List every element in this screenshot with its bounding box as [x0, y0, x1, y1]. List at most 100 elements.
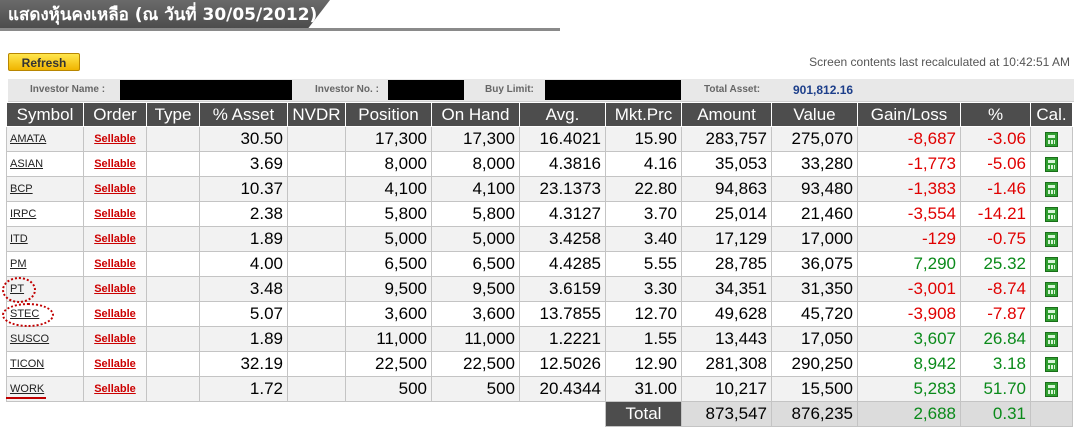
total-asset-label: Total Asset: — [704, 84, 761, 95]
col-nvdr[interactable]: NVDR — [287, 102, 346, 127]
total-percent: 0.31 — [960, 401, 1031, 427]
percent-cell: -14.21 — [960, 201, 1031, 227]
percent-cell: 25.32 — [960, 251, 1031, 277]
gainloss-cell: -1,383 — [857, 176, 961, 202]
col-cal[interactable]: Cal. — [1030, 102, 1073, 127]
calculator-icon[interactable] — [1045, 257, 1058, 273]
order-link[interactable]: Sellable — [83, 301, 147, 327]
col-avg[interactable]: Avg. — [519, 102, 606, 127]
calculator-cell[interactable] — [1030, 276, 1073, 302]
calculator-icon[interactable] — [1045, 157, 1058, 173]
calculator-cell[interactable] — [1030, 351, 1073, 377]
mktprc-cell: 12.90 — [605, 351, 682, 377]
order-link[interactable]: Sellable — [83, 176, 147, 202]
col-value[interactable]: Value — [771, 102, 858, 127]
symbol-link[interactable]: PM — [6, 251, 84, 277]
value-cell: 45,720 — [771, 301, 858, 327]
amount-cell: 283,757 — [681, 126, 772, 152]
position-cell: 3,600 — [345, 301, 432, 327]
value-cell: 21,460 — [771, 201, 858, 227]
symbol-link[interactable]: BCP — [6, 176, 84, 202]
nvdr-cell — [287, 276, 346, 302]
symbol-link[interactable]: IRPC — [6, 201, 84, 227]
avg-cell: 4.3816 — [519, 151, 606, 177]
order-link[interactable]: Sellable — [83, 276, 147, 302]
table-row: PM Sellable 4.00 6,500 6,500 4.4285 5.55 28,785… — [6, 251, 1073, 277]
calculator-icon[interactable] — [1045, 232, 1058, 248]
avg-cell: 4.4285 — [519, 251, 606, 277]
order-link[interactable]: Sellable — [83, 376, 147, 402]
total-amount: 873,547 — [681, 401, 772, 427]
calculator-icon[interactable] — [1045, 332, 1058, 348]
mktprc-cell: 15.90 — [605, 126, 682, 152]
gainloss-cell: 8,942 — [857, 351, 961, 377]
order-link[interactable]: Sellable — [83, 151, 147, 177]
type-cell — [146, 201, 200, 227]
col-amount[interactable]: Amount — [681, 102, 772, 127]
percent-cell: -3.06 — [960, 126, 1031, 152]
col-order[interactable]: Order — [83, 102, 147, 127]
order-link[interactable]: Sellable — [83, 251, 147, 277]
order-link[interactable]: Sellable — [83, 226, 147, 252]
value-cell: 15,500 — [771, 376, 858, 402]
calculator-cell[interactable] — [1030, 326, 1073, 352]
col-symbol[interactable]: Symbol — [6, 102, 84, 127]
amount-cell: 17,129 — [681, 226, 772, 252]
calculator-cell[interactable] — [1030, 251, 1073, 277]
calculator-cell[interactable] — [1030, 301, 1073, 327]
onhand-cell: 17,300 — [431, 126, 520, 152]
avg-cell: 16.4021 — [519, 126, 606, 152]
order-link[interactable]: Sellable — [83, 326, 147, 352]
gainloss-cell: 5,283 — [857, 376, 961, 402]
calculator-icon[interactable] — [1045, 182, 1058, 198]
calculator-icon[interactable] — [1045, 357, 1058, 373]
table-row: SUSCO Sellable 1.89 11,000 11,000 1.2221 1.55 1… — [6, 326, 1073, 352]
value-cell: 17,000 — [771, 226, 858, 252]
type-cell — [146, 176, 200, 202]
calculator-icon[interactable] — [1045, 382, 1058, 398]
amount-cell: 34,351 — [681, 276, 772, 302]
col-percent[interactable]: % — [960, 102, 1031, 127]
nvdr-cell — [287, 351, 346, 377]
symbol-link[interactable]: ITD — [6, 226, 84, 252]
col-position[interactable]: Position — [345, 102, 432, 127]
mktprc-cell: 22.80 — [605, 176, 682, 202]
col-type[interactable]: Type — [146, 102, 200, 127]
table-row: WORK Sellable 1.72 500 500 20.4344 31.00 10,217… — [6, 376, 1073, 402]
calculator-icon[interactable] — [1045, 307, 1058, 323]
position-cell: 5,000 — [345, 226, 432, 252]
calculator-cell[interactable] — [1030, 226, 1073, 252]
col-gainloss[interactable]: Gain/Loss — [857, 102, 961, 127]
col-mktprc[interactable]: Mkt.Prc — [605, 102, 682, 127]
type-cell — [146, 376, 200, 402]
order-link[interactable]: Sellable — [83, 351, 147, 377]
gainloss-cell: 3,607 — [857, 326, 961, 352]
order-link[interactable]: Sellable — [83, 126, 147, 152]
col-onhand[interactable]: On Hand — [431, 102, 520, 127]
calculator-cell[interactable] — [1030, 126, 1073, 152]
symbol-link[interactable]: TICON — [6, 351, 84, 377]
type-cell — [146, 326, 200, 352]
asset-cell: 1.89 — [199, 226, 288, 252]
investor-info-bar: Investor Name : Investor No. : Buy Limit… — [8, 79, 1074, 102]
refresh-button[interactable]: Refresh — [8, 53, 80, 71]
position-cell: 8,000 — [345, 151, 432, 177]
order-link[interactable]: Sellable — [83, 201, 147, 227]
calculator-icon[interactable] — [1045, 132, 1058, 148]
calculator-cell[interactable] — [1030, 201, 1073, 227]
calculator-icon[interactable] — [1045, 207, 1058, 223]
symbol-link[interactable]: ASIAN — [6, 151, 84, 177]
gainloss-cell: -8,687 — [857, 126, 961, 152]
calculator-cell[interactable] — [1030, 176, 1073, 202]
amount-cell: 35,053 — [681, 151, 772, 177]
position-cell: 17,300 — [345, 126, 432, 152]
symbol-link[interactable]: AMATA — [6, 126, 84, 152]
amount-cell: 13,443 — [681, 326, 772, 352]
col-asset[interactable]: % Asset — [199, 102, 288, 127]
symbol-link[interactable]: SUSCO — [6, 326, 84, 352]
calculator-cell[interactable] — [1030, 376, 1073, 402]
calculator-cell[interactable] — [1030, 151, 1073, 177]
position-cell: 11,000 — [345, 326, 432, 352]
asset-cell: 1.89 — [199, 326, 288, 352]
calculator-icon[interactable] — [1045, 282, 1058, 298]
